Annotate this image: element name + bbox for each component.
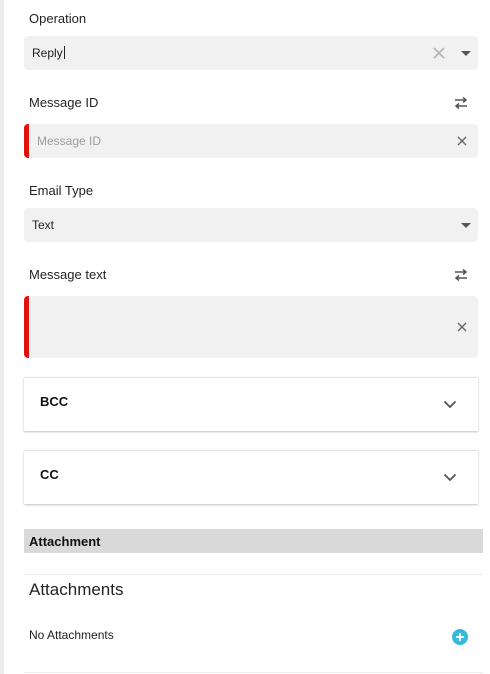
attachment-section-header: Attachment (24, 529, 483, 553)
operation-label: Operation (29, 11, 87, 26)
email-type-label: Email Type (29, 183, 94, 198)
message-text-label: Message text (29, 267, 107, 282)
bcc-title: BCC (40, 394, 69, 409)
cc-panel[interactable]: CC (24, 450, 478, 504)
attachment-section-title: Attachment (29, 534, 101, 549)
divider (24, 672, 483, 673)
message-id-placeholder: Message ID (37, 134, 102, 148)
add-attachment-button[interactable] (452, 629, 468, 645)
chevron-down-icon[interactable] (443, 473, 457, 482)
message-text-input[interactable] (24, 296, 478, 358)
message-id-label: Message ID (29, 95, 99, 110)
bcc-panel[interactable]: BCC (24, 377, 478, 431)
swap-icon[interactable] (453, 268, 469, 282)
dropdown-arrow-icon[interactable] (460, 50, 472, 57)
message-id-input[interactable]: Message ID (24, 124, 478, 158)
clear-icon[interactable] (432, 46, 446, 60)
add-circle-icon (456, 633, 464, 641)
chevron-down-icon[interactable] (443, 400, 457, 409)
operation-value: Reply (32, 46, 63, 60)
clear-icon[interactable] (457, 136, 467, 146)
email-type-select[interactable]: Text (24, 208, 478, 242)
left-border (0, 0, 4, 674)
email-type-value: Text (32, 218, 55, 232)
divider (24, 574, 483, 575)
cc-title: CC (40, 467, 59, 482)
swap-icon[interactable] (453, 96, 469, 110)
text-cursor (63, 46, 65, 59)
no-attachments-text: No Attachments (29, 628, 114, 642)
attachments-title: Attachments (29, 580, 124, 599)
dropdown-arrow-icon[interactable] (460, 222, 472, 229)
operation-select[interactable]: Reply (24, 36, 478, 70)
clear-icon[interactable] (457, 322, 467, 332)
